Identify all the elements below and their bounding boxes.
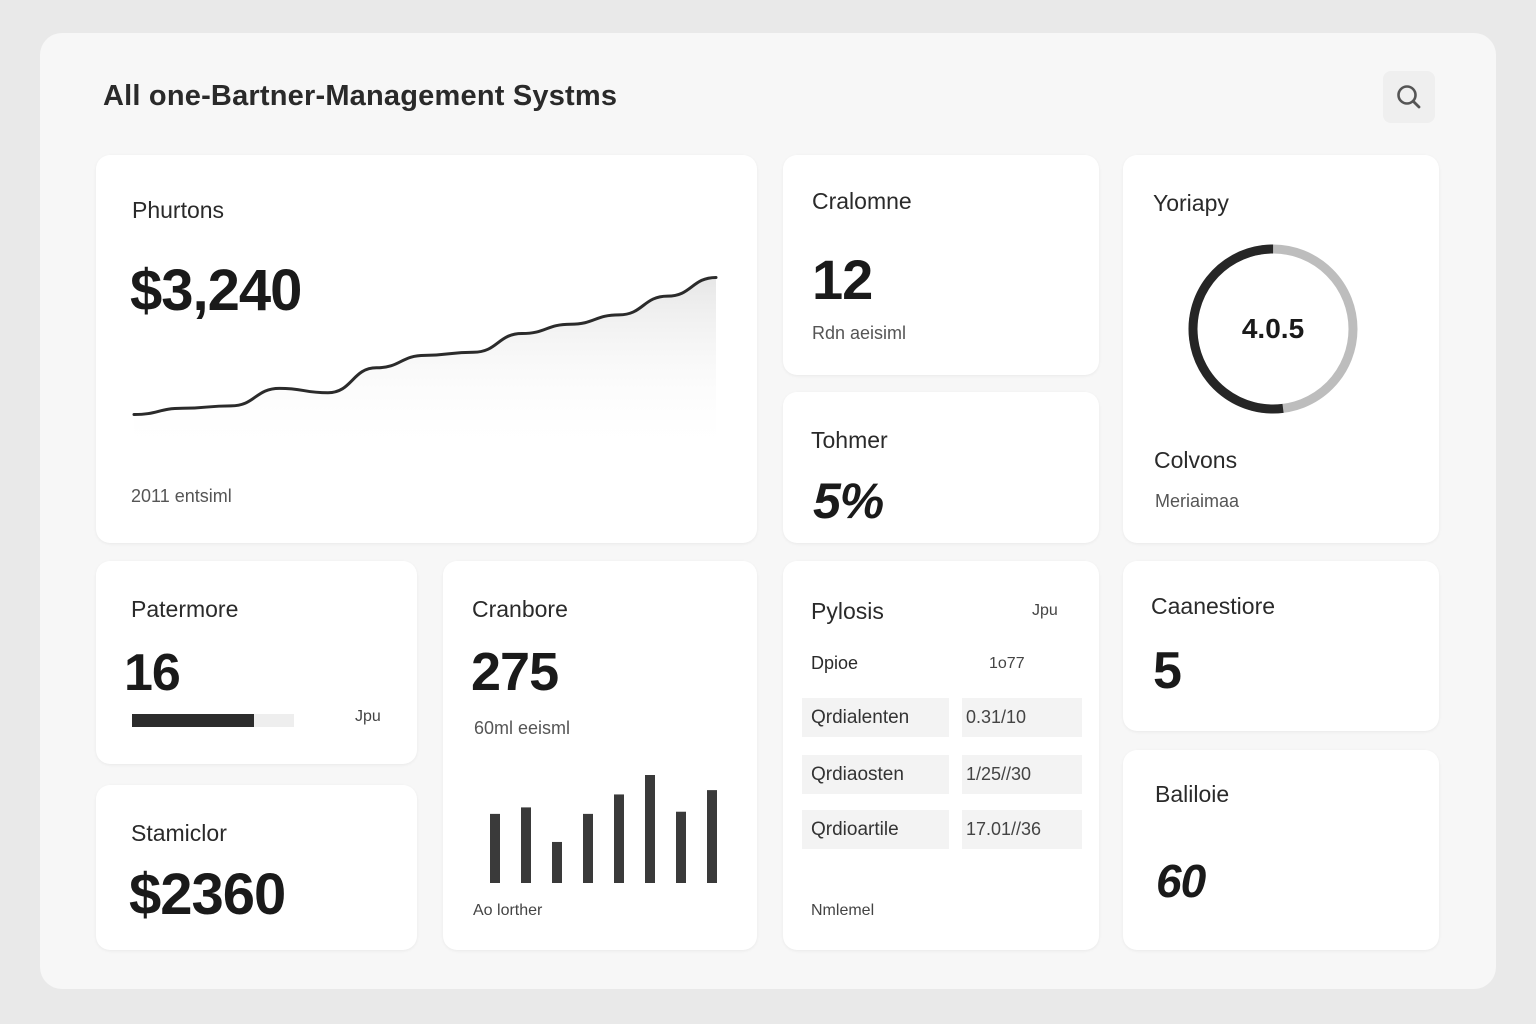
balance-value: 60 (1156, 855, 1206, 907)
partners-tag: Jpu (355, 708, 381, 725)
revenue-line-chart (132, 275, 718, 455)
count5-value: 5 (1153, 642, 1182, 700)
spend-title: Stamiclor (131, 820, 227, 846)
table-row-date[interactable]: 1/25//30 (962, 755, 1082, 794)
table-row-date[interactable]: 17.01//36 (962, 810, 1082, 849)
count5-title: Caanestiore (1151, 593, 1276, 619)
partners-value: 16 (124, 644, 181, 702)
count-title: Cralomne (812, 188, 912, 214)
balance-title: Baliloie (1155, 781, 1230, 807)
bar-3 (583, 813, 593, 883)
search-icon (1397, 85, 1421, 109)
percent-title: Tohmer (811, 427, 888, 453)
count5-card[interactable]: Caanestiore 5 (1123, 561, 1439, 731)
partners-title: Patermore (131, 596, 239, 622)
ring-center-value: 4.0.5 (1241, 313, 1305, 344)
balance-card[interactable]: Baliloie 60 (1123, 750, 1439, 950)
revenue-footnote: 2011 entsiml (131, 486, 232, 506)
percent-card[interactable]: Tohmer 5% (783, 392, 1099, 543)
table-row-label[interactable]: Qrdiaosten (802, 755, 949, 794)
page-title: All one-Bartner-Management Systms (103, 80, 618, 112)
table-row-date[interactable]: 0.31/10 (962, 698, 1082, 737)
table-row-label[interactable]: Qrdioartile (802, 810, 949, 849)
table-card[interactable]: Pylosis Jpu Dpioe 1o77 Qrdialenten 0.31/… (783, 561, 1099, 950)
ring-sublabel: Meriaimaa (1155, 491, 1240, 511)
count-value: 12 (812, 248, 873, 311)
table-header-value: 1o77 (989, 655, 1025, 672)
table-header-label: Dpioe (811, 653, 859, 673)
percent-value: 5% (813, 473, 884, 529)
table-title: Pylosis (811, 598, 884, 624)
partners-progress-bar (132, 714, 294, 727)
table-footer: Nmlemel (811, 902, 875, 919)
table-tag: Jpu (1032, 602, 1058, 619)
count-card[interactable]: Cralomne 12 Rdn aeisiml (783, 155, 1099, 375)
bar-0 (490, 813, 500, 883)
count-caption: Rdn aeisiml (812, 323, 907, 343)
spend-value: $2360 (129, 862, 286, 927)
spend-card[interactable]: Stamiclor $2360 (96, 785, 417, 950)
bars-chart (490, 775, 717, 883)
partners-card[interactable]: Patermore 16 Jpu (96, 561, 417, 764)
ring-label: Colvons (1154, 447, 1238, 473)
bar-2 (552, 841, 562, 883)
search-button[interactable] (1383, 71, 1435, 123)
bars-card[interactable]: Cranbore 275 60ml eeisml Ao lorther (443, 561, 757, 950)
bar-4 (614, 794, 624, 883)
revenue-area-fill (134, 277, 716, 455)
bars-footer: Ao lorther (473, 902, 543, 919)
partners-progress-fill (132, 714, 254, 727)
bar-1 (521, 807, 531, 883)
bar-6 (676, 811, 686, 883)
ring-card[interactable]: Yoriapy 4.0.5 Colvons Meriaimaa (1123, 155, 1439, 543)
revenue-card[interactable]: Phurtons $3,240 2011 entsiml (96, 155, 757, 543)
table-row-label[interactable]: Qrdialenten (802, 698, 949, 737)
bar-7 (707, 790, 717, 883)
bar-5 (645, 775, 655, 883)
